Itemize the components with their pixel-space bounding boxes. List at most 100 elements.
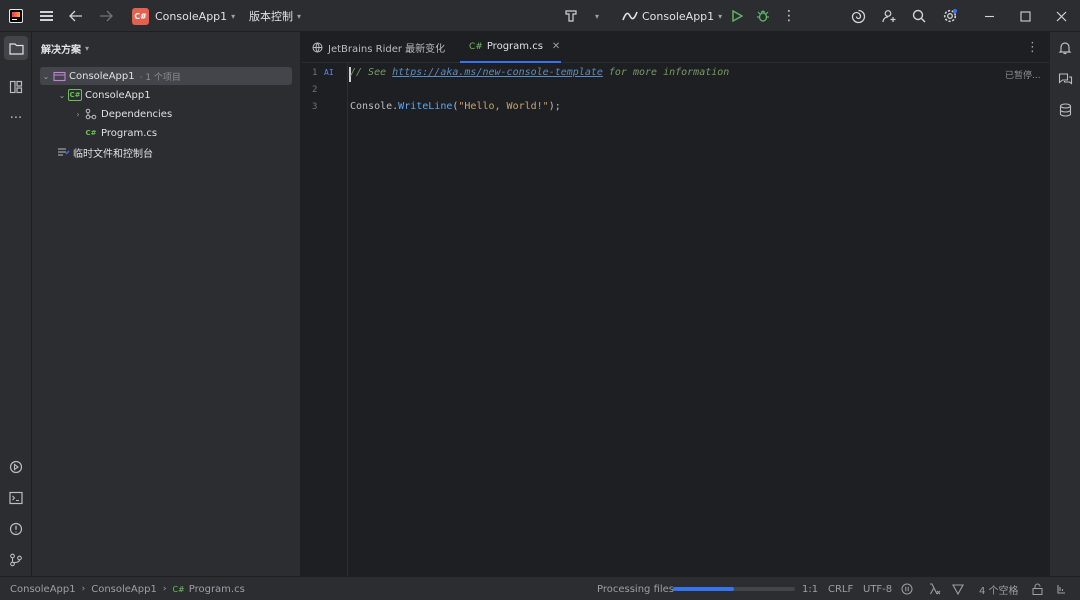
code-line-3[interactable]: Console.WriteLine("Hello, World!"); [350, 101, 561, 112]
more-horizontal-icon: ··· [9, 110, 23, 126]
ai-gutter-badge[interactable]: AI [324, 68, 334, 77]
run-config-icon [622, 11, 638, 21]
code-comment: // See [350, 67, 393, 78]
chevron-down-icon: ▾ [85, 43, 90, 53]
right-tool-strip [1049, 32, 1080, 576]
vcs-menu[interactable]: 版本控制 ▾ [249, 0, 301, 32]
close-window-button[interactable] [1050, 0, 1072, 32]
terminal-tool-button[interactable] [4, 486, 28, 510]
code-comment: for more information [602, 67, 730, 78]
database-button[interactable] [1053, 98, 1077, 122]
services-tool-button[interactable] [4, 455, 28, 479]
structure-tool-button[interactable] [4, 75, 28, 99]
database-icon [1059, 103, 1071, 117]
memory-indicator[interactable] [1054, 577, 1068, 600]
language-level-button[interactable] [926, 577, 942, 600]
chevron-right-icon: › [81, 584, 86, 594]
tree-item-meta: · 1 个项目 [139, 72, 181, 83]
settings-button[interactable] [939, 0, 961, 32]
processing-label[interactable]: Processing files [597, 577, 674, 600]
build-button[interactable] [561, 0, 581, 32]
tab-program-cs[interactable]: C# Program.cs ✕ [460, 32, 561, 63]
chat-icon [1058, 73, 1072, 85]
hamburger-icon [39, 11, 53, 21]
structure-icon [9, 80, 23, 94]
build-options-button[interactable]: ▾ [589, 0, 605, 32]
tree-item-dependencies[interactable]: › Dependencies [32, 105, 301, 123]
code-identifier: Console. [350, 101, 399, 112]
arrow-left-icon [69, 10, 82, 22]
search-button[interactable] [908, 0, 930, 32]
maximize-icon [1019, 10, 1031, 22]
caret-position[interactable]: 1:1 [802, 577, 818, 600]
project-tool-button[interactable] [4, 36, 28, 60]
read-only-toggle[interactable] [1030, 577, 1044, 600]
tree-item-program-cs[interactable]: C# Program.cs [32, 124, 301, 142]
chevron-down-icon: ▾ [231, 11, 236, 21]
minimize-button[interactable] [978, 0, 1000, 32]
maximize-button[interactable] [1014, 0, 1036, 32]
code-method: WriteLine [398, 101, 453, 112]
ai-chat-button[interactable] [1053, 67, 1077, 91]
play-icon [732, 10, 743, 22]
solution-explorer-panel: 解决方案 ▾ ⌄ ConsoleApp1 · 1 个项目 ⌄ C# Consol… [32, 32, 301, 576]
tree-item-label: Dependencies [101, 108, 173, 120]
notifications-button[interactable] [1053, 36, 1077, 60]
add-user-icon [881, 9, 895, 22]
tree-item-scratches[interactable]: 临时文件和控制台 [32, 143, 301, 161]
problems-tool-button[interactable] [4, 517, 28, 541]
lambda-icon [929, 583, 940, 595]
breadcrumb-item[interactable]: ConsoleApp1 [91, 584, 157, 595]
tree-item-label: Program.cs [101, 127, 158, 139]
more-vertical-icon: ⋮ [782, 8, 796, 24]
more-tools-button[interactable]: ··· [4, 106, 28, 130]
forward-button[interactable] [94, 0, 118, 32]
main-menu-button[interactable] [34, 0, 58, 32]
tab-whats-new[interactable]: JetBrains Rider 最新变化 [312, 32, 445, 63]
file-encoding[interactable]: UTF-8 [863, 577, 892, 600]
editor-area: JetBrains Rider 最新变化 C# Program.cs ✕ ⋮ 1… [302, 32, 1049, 576]
tree-item-solution[interactable]: ⌄ ConsoleApp1 · 1 个项目 [40, 67, 292, 85]
bell-icon [1058, 42, 1072, 55]
rider-logo-icon [9, 9, 23, 23]
project-name: ConsoleApp1 [155, 9, 228, 23]
tab-options-button[interactable]: ⋮ [1026, 32, 1039, 63]
back-button[interactable] [64, 0, 88, 32]
more-actions-button[interactable]: ⋮ [781, 0, 797, 32]
tree-item-project[interactable]: ⌄ C# ConsoleApp1 [32, 86, 301, 104]
git-tool-button[interactable] [4, 548, 28, 572]
inspection-filter-button[interactable] [951, 577, 965, 600]
hammer-icon [565, 10, 577, 22]
ai-spiral-icon [851, 9, 865, 23]
tree-item-label: 临时文件和控制台 [73, 148, 153, 160]
add-user-button[interactable] [878, 0, 900, 32]
close-tab-icon[interactable]: ✕ [552, 41, 560, 52]
breadcrumb: ConsoleApp1 › ConsoleApp1 › C# Program.c… [10, 577, 245, 600]
vcs-label: 版本控制 [249, 10, 293, 23]
triangle-down-icon [952, 583, 964, 595]
debug-button[interactable] [753, 0, 773, 32]
breadcrumb-item[interactable]: ConsoleApp1 [10, 584, 76, 595]
chevron-down-icon: ▾ [594, 11, 599, 21]
code-comment-link[interactable]: https://aka.ms/new-console-template [392, 67, 603, 78]
ai-assistant-button[interactable] [847, 0, 869, 32]
chevron-down-icon: ▾ [718, 11, 723, 21]
run-config-selector[interactable]: ConsoleApp1 ▾ [622, 0, 722, 32]
indent-setting[interactable]: 4 个空格 [979, 577, 1019, 600]
tab-label: JetBrains Rider 最新变化 [328, 44, 446, 55]
run-config-name: ConsoleApp1 [642, 9, 715, 23]
more-vertical-icon: ⋮ [1026, 40, 1039, 55]
pause-circle-icon [901, 583, 913, 595]
gear-icon [943, 9, 957, 23]
tree-item-label: ConsoleApp1 [85, 89, 151, 101]
run-button[interactable] [727, 0, 747, 32]
breadcrumb-item[interactable]: Program.cs [189, 584, 245, 595]
solution-header[interactable]: 解决方案 ▾ [41, 40, 89, 56]
line-ending[interactable]: CRLF [828, 577, 853, 600]
inspection-status[interactable]: 已暂停... [1005, 68, 1041, 81]
project-selector[interactable]: C# ConsoleApp1 ▾ [132, 0, 235, 32]
code-line-1[interactable]: // See https://aka.ms/new-console-templa… [350, 67, 729, 78]
services-icon [9, 460, 23, 474]
pause-inspection-button[interactable] [900, 577, 914, 600]
git-branch-icon [10, 553, 22, 567]
